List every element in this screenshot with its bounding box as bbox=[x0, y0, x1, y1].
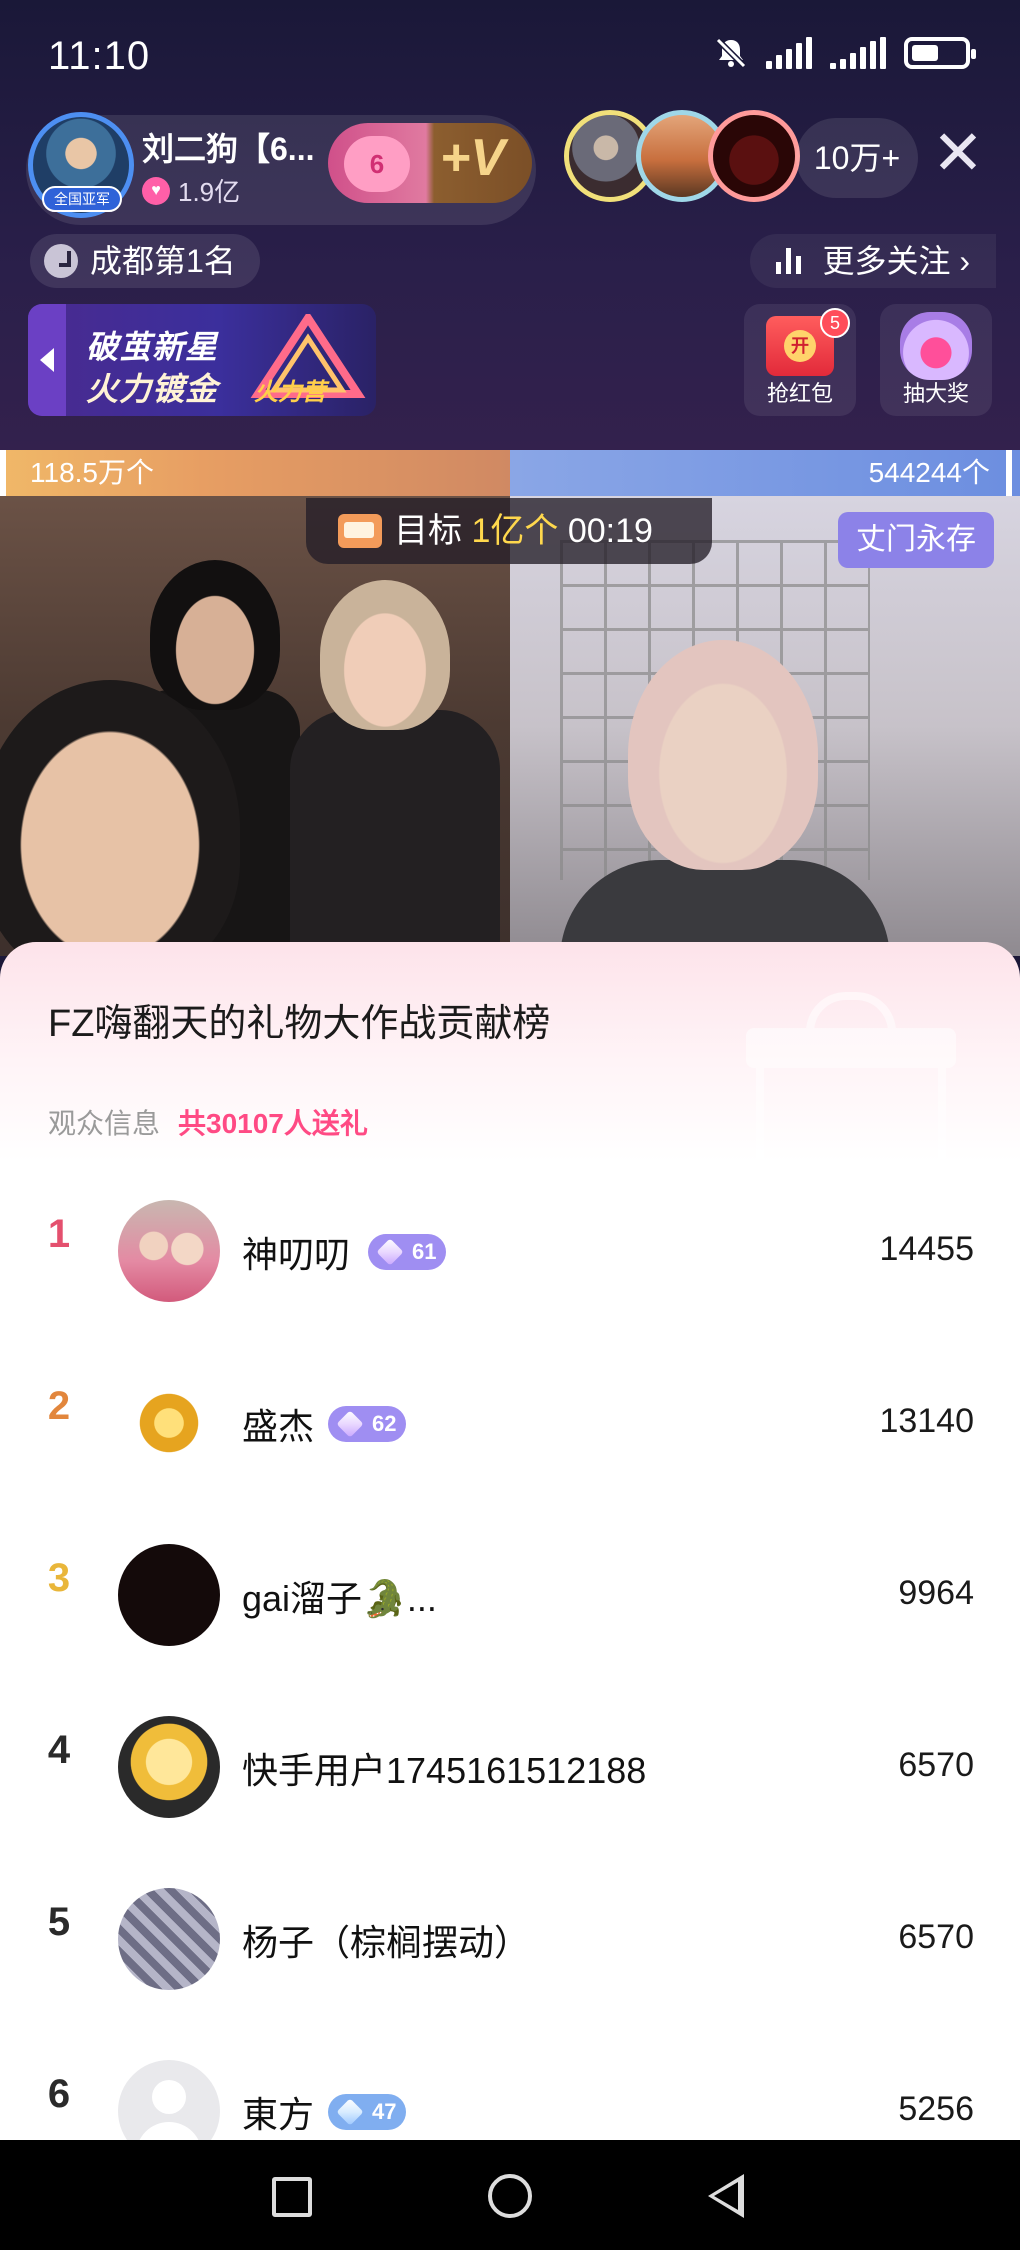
more-follow-label: 更多关注 › bbox=[822, 243, 970, 279]
system-nav-bar bbox=[0, 2140, 1020, 2250]
avatar[interactable] bbox=[118, 1544, 220, 1646]
lottery-icon bbox=[900, 312, 972, 380]
lottery-button[interactable]: 抽大奖 bbox=[880, 304, 992, 416]
list-item[interactable]: 6 東方 47 5256 bbox=[0, 2012, 1020, 2142]
user-name: 杨子（棕榈摆动） bbox=[242, 1922, 531, 1963]
clock-icon bbox=[44, 244, 78, 278]
list-item[interactable]: 4 快手用户1745161512188 6570 bbox=[0, 1668, 1020, 1840]
rank-number: 3 bbox=[47, 1556, 71, 1600]
banner-line2: 火力镀金 bbox=[86, 371, 219, 407]
list-item[interactable]: 5 杨子（棕榈摆动） 6570 bbox=[0, 1840, 1020, 2012]
rank-number: 6 bbox=[47, 2072, 71, 2116]
right-team-tag[interactable]: 丈门永存 bbox=[838, 512, 994, 568]
pk-left-score: 118.5万个 bbox=[0, 450, 510, 496]
red-packet-button[interactable]: 开 5 抢红包 bbox=[744, 304, 856, 416]
contribution-sheet: FZ嗨翻天的礼物大作战贡献榜 观众信息 共30107人送礼 1 神叨叨 61 1… bbox=[0, 942, 1020, 2142]
avatar[interactable] bbox=[118, 1888, 220, 1990]
level-badge: 61 bbox=[368, 1234, 447, 1270]
target-time: 00:19 bbox=[567, 512, 653, 550]
red-packet-label: 抢红包 bbox=[766, 381, 833, 406]
contribution-score: 5256 bbox=[898, 2090, 974, 2128]
recents-icon[interactable] bbox=[272, 2177, 312, 2217]
user-name: 快手用户1745161512188 bbox=[242, 1750, 647, 1791]
sheet-title: FZ嗨翻天的礼物大作战贡献榜 bbox=[48, 1003, 551, 1045]
status-icons bbox=[714, 36, 976, 70]
viewer-count[interactable]: 10万+ bbox=[796, 118, 918, 198]
default-avatar-icon[interactable] bbox=[118, 2060, 220, 2142]
contribution-score: 14455 bbox=[879, 1230, 974, 1268]
anchor-rank-badge: 全国亚军 bbox=[42, 186, 122, 212]
pk-right-score: 544244个 bbox=[510, 450, 1020, 496]
streamer-figure bbox=[150, 560, 280, 710]
close-icon[interactable]: ✕ bbox=[930, 123, 986, 185]
list-item[interactable]: 2 盛杰 62 13140 bbox=[0, 1324, 1020, 1496]
user-name: 神叨叨 bbox=[242, 1234, 351, 1275]
user-name: 東方 bbox=[242, 2094, 315, 2135]
ticket-icon bbox=[338, 514, 382, 548]
gift-total-label: 共30107人送礼 bbox=[178, 1108, 368, 1139]
user-name: gai溜子🐊... bbox=[242, 1578, 437, 1619]
home-icon[interactable] bbox=[488, 2174, 532, 2218]
anchor-name[interactable]: 刘二狗【6... bbox=[142, 124, 314, 170]
anchor-heat-value: 1.9亿 bbox=[178, 177, 241, 207]
audience-info-label: 观众信息 bbox=[48, 1108, 161, 1139]
level-badge: 47 bbox=[328, 2094, 407, 2130]
avatar[interactable] bbox=[118, 1716, 220, 1818]
live-header: 11:10 全国亚军 刘二狗【6... ♥ 1.9亿 6 +V 10万+ ✕ 成… bbox=[0, 0, 1020, 450]
location-rank-label: 成都第1名 bbox=[90, 243, 236, 279]
pk-target-chip[interactable]: 目标 1亿个 00:19 bbox=[306, 498, 712, 564]
lottery-label: 抽大奖 bbox=[902, 381, 969, 406]
target-label: 目标 bbox=[394, 512, 462, 550]
banner-logo-text: 火力营 bbox=[254, 379, 326, 406]
contribution-score: 9964 bbox=[898, 1574, 974, 1612]
heart-icon: ♥ bbox=[142, 176, 170, 205]
signal-icon bbox=[830, 37, 886, 69]
list-item[interactable]: 1 神叨叨 61 14455 bbox=[0, 1152, 1020, 1324]
contribution-score: 6570 bbox=[898, 1918, 974, 1956]
rank-number: 1 bbox=[47, 1212, 71, 1256]
chart-bars-icon bbox=[776, 248, 802, 274]
status-time: 11:10 bbox=[48, 34, 151, 78]
mute-bell-icon bbox=[715, 37, 747, 69]
target-amount: 1亿个 bbox=[471, 512, 559, 550]
level-badge: 62 bbox=[328, 1406, 407, 1442]
contribution-score: 6570 bbox=[898, 1746, 974, 1784]
location-rank-chip[interactable]: 成都第1名 bbox=[30, 234, 260, 288]
avatar[interactable] bbox=[118, 1200, 220, 1302]
list-item[interactable]: 3 gai溜子🐊... 9964 bbox=[0, 1496, 1020, 1668]
signal-icon bbox=[766, 37, 812, 69]
contribution-score: 13140 bbox=[879, 1402, 974, 1440]
user-name: 盛杰 bbox=[242, 1406, 315, 1447]
streamer-figure bbox=[290, 710, 500, 950]
streamer-figure bbox=[628, 640, 818, 870]
rank-number: 2 bbox=[47, 1384, 71, 1428]
more-follow-button[interactable]: 更多关注 › bbox=[750, 234, 996, 288]
battery-icon bbox=[904, 37, 976, 69]
anchor-heat: ♥ 1.9亿 bbox=[142, 172, 240, 209]
streamer-figure bbox=[320, 580, 450, 730]
avatar[interactable] bbox=[118, 1372, 220, 1474]
fan-plus-v-label[interactable]: +V bbox=[440, 128, 505, 188]
rank-number: 4 bbox=[47, 1728, 71, 1772]
red-packet-count-badge: 5 bbox=[820, 308, 850, 338]
rank-number: 5 bbox=[47, 1900, 71, 1944]
top-viewer-avatar[interactable] bbox=[708, 110, 800, 202]
fan-level-heart-icon[interactable]: 6 bbox=[344, 136, 410, 192]
chevron-left-icon[interactable] bbox=[28, 304, 66, 416]
back-icon[interactable] bbox=[708, 2174, 744, 2218]
event-banner[interactable]: 破茧新星 火力镀金 火力营 bbox=[28, 304, 376, 416]
banner-line1: 破茧新星 bbox=[86, 329, 219, 365]
